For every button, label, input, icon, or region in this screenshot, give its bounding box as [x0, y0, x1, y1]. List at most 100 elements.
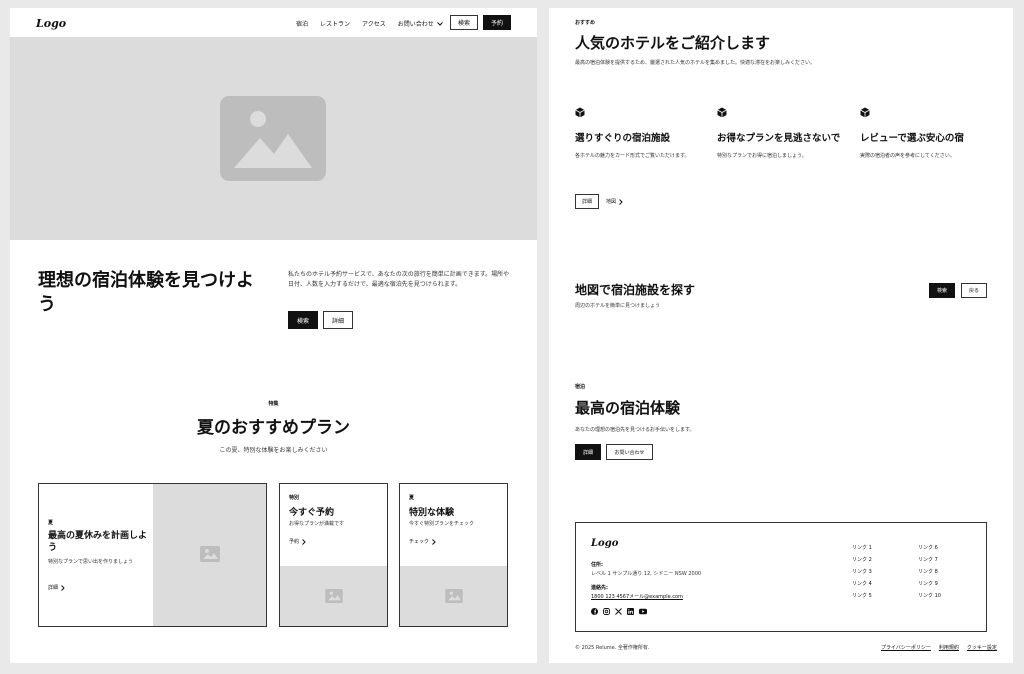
summer-tag: 特集 — [268, 401, 279, 407]
summer-title: 夏のおすすめプラン — [197, 418, 350, 438]
footer-link[interactable]: リンク 10 — [918, 590, 941, 602]
hero-search-button[interactable]: 検索 — [288, 311, 318, 329]
footer-link[interactable]: リンク 2 — [852, 554, 872, 566]
card-desc: 今すぐ特別プランをチェック — [409, 521, 475, 527]
feature-title: レビューで選ぶ安心の宿 — [860, 133, 964, 144]
feature-desc: 各ホテルの魅力をカード形式でご覧いただけます。 — [575, 153, 690, 159]
footer-link[interactable]: リンク 7 — [918, 554, 941, 566]
summer-card-2[interactable]: 特別 今すぐ予約 お得なプランが満載です 予約 — [279, 483, 388, 627]
chevron-right-icon — [61, 584, 65, 591]
summer-card-3[interactable]: 夏 特別な体験 今すぐ特別プランをチェック チェック — [399, 483, 508, 627]
footer-links-col-2: リンク 6 リンク 7 リンク 8 リンク 9 リンク 10 — [918, 542, 941, 602]
right-page-panel: おすすめ 人気のホテルをご紹介します 最高の宿泊体験を提供するため、厳選された人… — [549, 8, 1013, 663]
best-title: 最高の宿泊体験 — [575, 399, 681, 417]
nav-contact-label: お問い合わせ — [397, 21, 434, 28]
card-image-placeholder — [153, 484, 266, 626]
cookie-settings-link[interactable]: クッキー設定 — [967, 644, 997, 651]
hero-description: 私たちのホテル予約サービスで、あなたの次の旅行を簡単に計画できます。場所や日付、… — [288, 271, 510, 288]
footer-links-col-1: リンク 1 リンク 2 リンク 3 リンク 4 リンク 5 — [852, 542, 872, 602]
privacy-policy-link[interactable]: プライバシーポリシー — [881, 644, 931, 651]
card-desc: 特別なプランで思い出を作りましょう — [48, 559, 134, 565]
instagram-icon[interactable] — [603, 608, 610, 615]
map-back-button[interactable]: 戻る — [961, 283, 987, 298]
footer-link[interactable]: リンク 4 — [852, 578, 872, 590]
terms-link[interactable]: 利用規約 — [939, 644, 959, 651]
nav-item-contact[interactable]: お問い合わせ — [398, 19, 443, 28]
chevron-down-icon — [436, 21, 443, 26]
cube-icon — [860, 107, 870, 118]
card-desc: お得なプランが満載です — [289, 521, 345, 527]
linkedin-icon[interactable] — [627, 608, 634, 615]
best-description: あなたの理想の宿泊先を見つけるお手伝いをします。 — [575, 427, 695, 433]
image-icon — [200, 546, 220, 562]
cube-icon — [717, 107, 727, 118]
image-icon — [445, 589, 463, 603]
popular-map-link[interactable]: 地図 — [606, 198, 623, 205]
footer-link[interactable]: リンク 5 — [852, 590, 872, 602]
footer-address-label: 住所: — [591, 562, 603, 568]
chevron-right-icon — [302, 538, 306, 545]
nav-item-stay[interactable]: 宿泊 — [296, 19, 308, 28]
x-icon[interactable] — [615, 608, 622, 615]
hero-image-placeholder — [10, 37, 537, 240]
chevron-right-icon — [619, 198, 623, 205]
feature-title: お得なプランを見逃さないで — [717, 133, 841, 144]
footer-contact-label: 連絡先: — [591, 585, 608, 591]
feature-desc: 特別なプランでお得に宿泊しましょう。 — [717, 153, 807, 159]
feature-1: 選りすぐりの宿泊施設 各ホテルの魅力をカード形式でご覧いただけます。 — [575, 103, 710, 159]
footer-link[interactable]: リンク 9 — [918, 578, 941, 590]
header-search-button[interactable]: 検索 — [450, 15, 478, 30]
footer-link[interactable]: リンク 6 — [918, 542, 941, 554]
card-tag: 夏 — [48, 520, 54, 526]
card-tag: 夏 — [409, 495, 415, 501]
feature-desc: 実際の宿泊者の声を参考にしてください。 — [860, 153, 955, 159]
footer-copyright: © 2025 Relume. 全著作権所有. — [575, 645, 650, 651]
map-search-button[interactable]: 検索 — [929, 283, 955, 298]
footer-box: Logo 住所: レベル 1 サンプル通り 12, シドニー NSW 2000 … — [575, 522, 987, 632]
hero-title: 理想の宿泊体験を見つけよう — [38, 270, 254, 315]
youtube-icon[interactable] — [639, 608, 647, 615]
footer-link[interactable]: リンク 1 — [852, 542, 872, 554]
card-title: 特別な体験 — [409, 508, 455, 518]
card-title: 今すぐ予約 — [289, 508, 335, 518]
left-page-panel: Logo 宿泊 レストラン アクセス お問い合わせ 検索 予約 理想の宿泊体験を… — [10, 8, 537, 663]
best-contact-button[interactable]: お問い合わせ — [606, 444, 653, 460]
hero-details-button[interactable]: 詳細 — [323, 311, 353, 329]
best-tag: 宿泊 — [575, 384, 586, 390]
facebook-icon[interactable] — [591, 608, 598, 615]
header-reserve-button[interactable]: 予約 — [483, 15, 511, 30]
nav-item-access[interactable]: アクセス — [362, 19, 386, 28]
popular-title: 人気のホテルをご紹介します — [575, 34, 771, 52]
card-tag: 特別 — [289, 495, 300, 501]
popular-details-button[interactable]: 詳細 — [575, 194, 599, 209]
header-logo[interactable]: Logo — [36, 17, 66, 30]
map-link-label: 地図 — [606, 199, 617, 205]
best-details-button[interactable]: 詳細 — [575, 444, 601, 460]
feature-3: レビューで選ぶ安心の宿 実際の宿泊者の声を参考にしてください。 — [860, 103, 1000, 159]
footer-link[interactable]: リンク 8 — [918, 566, 941, 578]
popular-description: 最高の宿泊体験を提供するため、厳選された人気のホテルを集めました。快適な滞在をお… — [575, 60, 816, 66]
card-link[interactable]: 詳細 — [48, 584, 65, 591]
footer-address: レベル 1 サンプル通り 12, シドニー NSW 2000 — [591, 571, 702, 577]
feature-title: 選りすぐりの宿泊施設 — [575, 133, 671, 144]
footer-contact[interactable]: 1800 123 4567メール@example.com — [591, 593, 683, 600]
footer-logo[interactable]: Logo — [591, 538, 618, 549]
feature-2: お得なプランを見逃さないで 特別なプランでお得に宿泊しましょう。 — [717, 103, 852, 159]
chevron-right-icon — [432, 538, 436, 545]
map-title: 地図で宿泊施設を探す — [575, 283, 696, 297]
card-link[interactable]: チェック — [409, 538, 436, 545]
card-image-placeholder — [280, 566, 387, 626]
card-link-label: 詳細 — [48, 585, 59, 591]
card-link-label: 予約 — [289, 539, 300, 545]
footer-legal-links: プライバシーポリシー 利用規約 クッキー設定 — [881, 644, 997, 651]
social-icons — [591, 608, 647, 615]
card-link[interactable]: 予約 — [289, 538, 306, 545]
card-link-label: チェック — [409, 539, 430, 545]
card-title: 最高の夏休みを計画しよう — [48, 531, 148, 553]
summer-card-1[interactable]: 夏 最高の夏休みを計画しよう 特別なプランで思い出を作りましょう 詳細 — [38, 483, 267, 627]
nav-item-restaurant[interactable]: レストラン — [320, 19, 350, 28]
footer-link[interactable]: リンク 3 — [852, 566, 872, 578]
card-image-placeholder — [400, 566, 507, 626]
image-icon — [220, 96, 326, 181]
map-description: 周辺のホテルを簡単に見つけましょう — [575, 303, 661, 309]
